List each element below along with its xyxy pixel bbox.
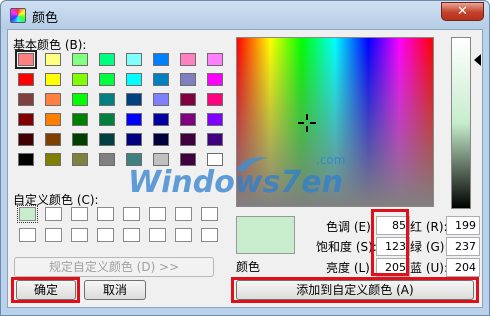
custom-color-swatch[interactable] bbox=[175, 228, 192, 242]
luminance-slider[interactable] bbox=[451, 37, 471, 209]
basic-color-swatch[interactable] bbox=[180, 73, 196, 86]
basic-color-swatch[interactable] bbox=[45, 93, 61, 106]
basic-color-swatch[interactable] bbox=[45, 113, 61, 126]
basic-color-swatch[interactable] bbox=[126, 53, 142, 66]
basic-color-swatch[interactable] bbox=[72, 113, 88, 126]
custom-color-swatch[interactable] bbox=[71, 228, 88, 242]
saturation-input[interactable]: 123 bbox=[376, 237, 410, 256]
basic-color-swatch[interactable] bbox=[207, 93, 223, 106]
green-label: 绿 (G): bbox=[410, 240, 449, 254]
basic-color-swatch[interactable] bbox=[72, 133, 88, 146]
basic-color-swatch[interactable] bbox=[18, 93, 34, 106]
basic-color-swatch[interactable] bbox=[153, 113, 169, 126]
basic-color-swatch[interactable] bbox=[99, 133, 115, 146]
basic-color-swatch[interactable] bbox=[45, 73, 61, 86]
cancel-button[interactable]: 取消 bbox=[84, 280, 146, 300]
basic-color-swatch[interactable] bbox=[153, 73, 169, 86]
basic-color-swatch[interactable] bbox=[99, 53, 115, 66]
basic-color-swatch[interactable] bbox=[99, 153, 115, 166]
blue-input[interactable]: 204 bbox=[446, 258, 480, 277]
basic-color-swatch[interactable] bbox=[18, 113, 34, 126]
luminance-input[interactable]: 205 bbox=[376, 258, 410, 277]
basic-color-swatch[interactable] bbox=[180, 93, 196, 106]
basic-color-swatch[interactable] bbox=[72, 53, 88, 66]
preview-label: 颜色 bbox=[236, 260, 261, 274]
basic-color-swatch[interactable] bbox=[99, 113, 115, 126]
basic-color-swatch[interactable] bbox=[153, 93, 169, 106]
color-preview bbox=[236, 216, 295, 254]
custom-color-swatch[interactable] bbox=[149, 228, 166, 242]
window-title: 颜色 bbox=[32, 11, 59, 26]
basic-color-swatch[interactable] bbox=[207, 73, 223, 86]
basic-color-swatch[interactable] bbox=[45, 153, 61, 166]
red-input[interactable]: 199 bbox=[446, 216, 480, 235]
define-custom-colors-button[interactable]: 规定自定义颜色 (D) >> bbox=[14, 257, 214, 277]
watermark-logo: Windows7en .com bbox=[128, 153, 345, 200]
basic-color-swatch[interactable] bbox=[99, 73, 115, 86]
hue-label: 色调 (E): bbox=[326, 220, 375, 234]
color-palette-icon bbox=[10, 8, 26, 23]
custom-color-swatch[interactable] bbox=[17, 205, 38, 223]
custom-color-swatch[interactable] bbox=[201, 228, 218, 242]
custom-color-swatch[interactable] bbox=[97, 207, 114, 221]
basic-color-swatch[interactable] bbox=[180, 133, 196, 146]
basic-color-swatch[interactable] bbox=[99, 93, 115, 106]
basic-color-swatch[interactable] bbox=[207, 113, 223, 126]
custom-colors-label: 自定义颜色 (C): bbox=[13, 193, 99, 207]
custom-color-swatch[interactable] bbox=[97, 228, 114, 242]
close-button[interactable]: ✕ bbox=[441, 2, 484, 21]
red-label: 红 (R): bbox=[410, 220, 448, 234]
luminance-label: 亮度 (L): bbox=[326, 261, 374, 275]
custom-color-swatch[interactable] bbox=[19, 228, 36, 242]
ok-button[interactable]: 确定 bbox=[16, 280, 76, 300]
crosshair-icon[interactable] bbox=[297, 113, 317, 133]
basic-colors-label: 基本颜色 (B): bbox=[13, 38, 87, 52]
watermark-brand: Windows7en bbox=[128, 165, 343, 200]
basic-color-swatch[interactable] bbox=[180, 53, 196, 66]
custom-color-swatch[interactable] bbox=[71, 207, 88, 221]
title-bar[interactable]: 颜色 ✕ bbox=[1, 1, 489, 29]
custom-color-swatch[interactable] bbox=[123, 228, 140, 242]
basic-color-swatch[interactable] bbox=[18, 73, 34, 86]
basic-color-swatch[interactable] bbox=[126, 93, 142, 106]
basic-color-swatch[interactable] bbox=[18, 153, 34, 166]
basic-color-swatch[interactable] bbox=[45, 133, 61, 146]
basic-color-swatch[interactable] bbox=[45, 53, 61, 66]
basic-color-swatch[interactable] bbox=[72, 153, 88, 166]
saturation-label: 饱和度 (S): bbox=[316, 240, 377, 254]
custom-color-swatch[interactable] bbox=[45, 228, 62, 242]
basic-color-swatch[interactable] bbox=[126, 73, 142, 86]
green-input[interactable]: 237 bbox=[446, 237, 480, 256]
basic-color-swatch[interactable] bbox=[207, 133, 223, 146]
blue-label: 蓝 (U): bbox=[410, 261, 449, 275]
basic-color-swatch[interactable] bbox=[180, 113, 196, 126]
basic-color-swatch[interactable] bbox=[126, 113, 142, 126]
hue-input[interactable]: 85 bbox=[376, 216, 410, 235]
basic-color-swatch[interactable] bbox=[153, 53, 169, 66]
basic-color-swatch[interactable] bbox=[126, 133, 142, 146]
basic-color-swatch[interactable] bbox=[72, 73, 88, 86]
basic-color-swatch[interactable] bbox=[15, 50, 37, 69]
basic-color-swatch[interactable] bbox=[207, 53, 223, 66]
add-to-custom-colors-button[interactable]: 添加到自定义颜色 (A) bbox=[236, 280, 474, 300]
watermark-domain: .com bbox=[316, 153, 345, 167]
basic-color-swatch[interactable] bbox=[153, 133, 169, 146]
luminance-arrow-icon[interactable] bbox=[474, 54, 481, 66]
basic-color-swatch[interactable] bbox=[72, 93, 88, 106]
custom-color-swatch[interactable] bbox=[45, 207, 62, 221]
basic-color-swatch[interactable] bbox=[18, 133, 34, 146]
